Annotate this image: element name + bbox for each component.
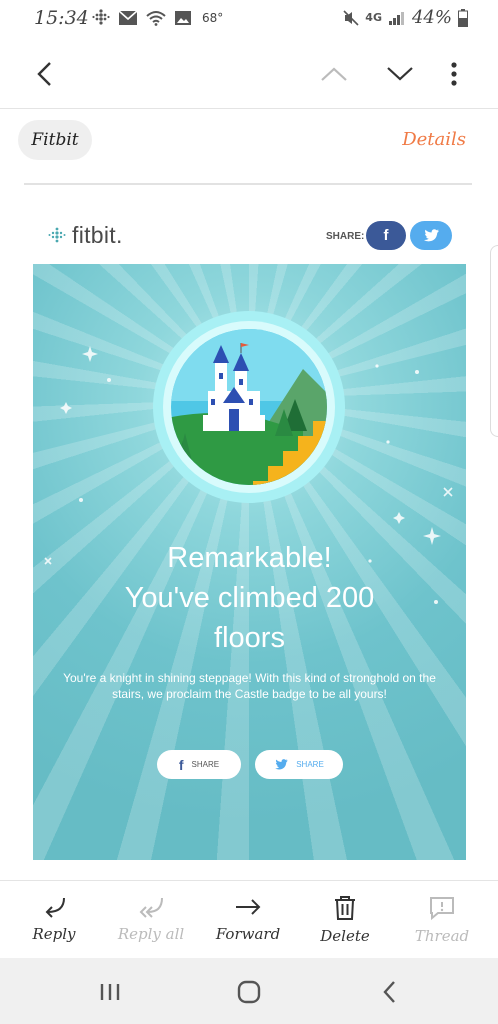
achievement-description: You're a knight in shining steppage! Wit… <box>63 671 436 701</box>
hero-twitter-share-button[interactable]: SHARE <box>255 750 343 779</box>
next-email-button[interactable] <box>380 54 420 94</box>
recent-apps-icon <box>100 984 120 1000</box>
headline-line-2: You've climbed 200 <box>124 582 375 614</box>
delete-label: Delete <box>320 927 370 945</box>
fitbit-logo-text: fitbit. <box>72 222 123 248</box>
network-type: 4G <box>365 11 382 24</box>
thread-button[interactable]: Thread <box>402 895 482 945</box>
reply-all-label: Reply all <box>117 925 185 943</box>
home-icon <box>237 980 261 1004</box>
achievement-headline: Remarkable! You've climbed 200 floors <box>33 538 466 658</box>
fitbit-logo-icon <box>48 227 66 242</box>
headline-line-3: floors <box>214 622 285 654</box>
home-button[interactable] <box>234 978 264 1006</box>
header-divider <box>24 183 472 185</box>
status-notification-icons: 68° <box>92 9 223 27</box>
badge-hero-banner: Remarkable! You've climbed 200 floors Yo… <box>33 264 466 860</box>
castle-badge <box>153 311 345 503</box>
battery-percent: 44% <box>411 7 452 28</box>
thread-label: Thread <box>414 927 470 945</box>
more-vertical-icon <box>451 62 457 86</box>
reply-label: Reply <box>32 925 76 943</box>
headline-line-1: Remarkable! <box>167 542 332 574</box>
back-button[interactable] <box>24 54 64 94</box>
share-label: SHARE: <box>326 231 365 242</box>
forward-label: Forward <box>215 925 281 943</box>
reply-all-button[interactable]: Reply all <box>111 895 191 943</box>
recent-apps-button[interactable] <box>95 978 125 1006</box>
system-back-button[interactable] <box>374 978 404 1006</box>
mute-icon <box>343 9 359 26</box>
more-options-button[interactable] <box>434 54 474 94</box>
hero-facebook-share-button[interactable]: f SHARE <box>157 750 241 779</box>
reply-all-icon <box>139 897 163 918</box>
delete-button[interactable]: Delete <box>305 895 385 945</box>
facebook-icon: f <box>178 756 184 773</box>
sender-chip[interactable]: Fitbit <box>18 120 92 160</box>
facebook-icon: f <box>383 227 389 244</box>
fitbit-logo: fitbit. <box>48 222 123 249</box>
wifi-icon <box>146 11 166 26</box>
previous-email-button[interactable] <box>314 54 354 94</box>
reply-button[interactable]: Reply <box>14 895 94 943</box>
email-action-bar: Reply Reply all Forward Delete Thread <box>0 880 498 959</box>
chevron-down-icon <box>387 67 413 81</box>
forward-arrow-icon <box>236 899 261 915</box>
facebook-share-label: SHARE <box>191 760 220 769</box>
status-bar: 15:34 68° 4G 44% <box>0 0 498 34</box>
status-temperature: 68° <box>202 11 224 25</box>
reply-icon <box>45 897 65 918</box>
thread-icon <box>430 897 454 921</box>
status-system-icons: 4G 44% <box>343 7 468 28</box>
twitter-icon <box>423 229 439 242</box>
battery-icon <box>458 8 468 27</box>
chevron-up-icon <box>321 67 347 81</box>
mail-icon <box>118 10 138 25</box>
image-icon <box>175 11 191 25</box>
fitbit-notification-icon <box>92 9 110 25</box>
twitter-share-label: SHARE <box>296 760 324 769</box>
status-time: 15:34 <box>34 7 89 29</box>
twitter-share-button[interactable] <box>410 221 452 250</box>
back-arrow-icon <box>383 981 395 1003</box>
trash-icon <box>335 896 355 920</box>
twitter-icon <box>275 759 288 770</box>
email-toolbar <box>0 40 498 109</box>
chevron-left-icon <box>37 62 51 86</box>
signal-icon <box>388 11 404 25</box>
details-link[interactable]: Details <box>402 129 466 150</box>
facebook-share-button[interactable]: f <box>366 221 406 250</box>
edge-panel-handle[interactable] <box>490 245 498 437</box>
forward-button[interactable]: Forward <box>208 895 288 943</box>
system-navigation-bar <box>0 958 498 1024</box>
